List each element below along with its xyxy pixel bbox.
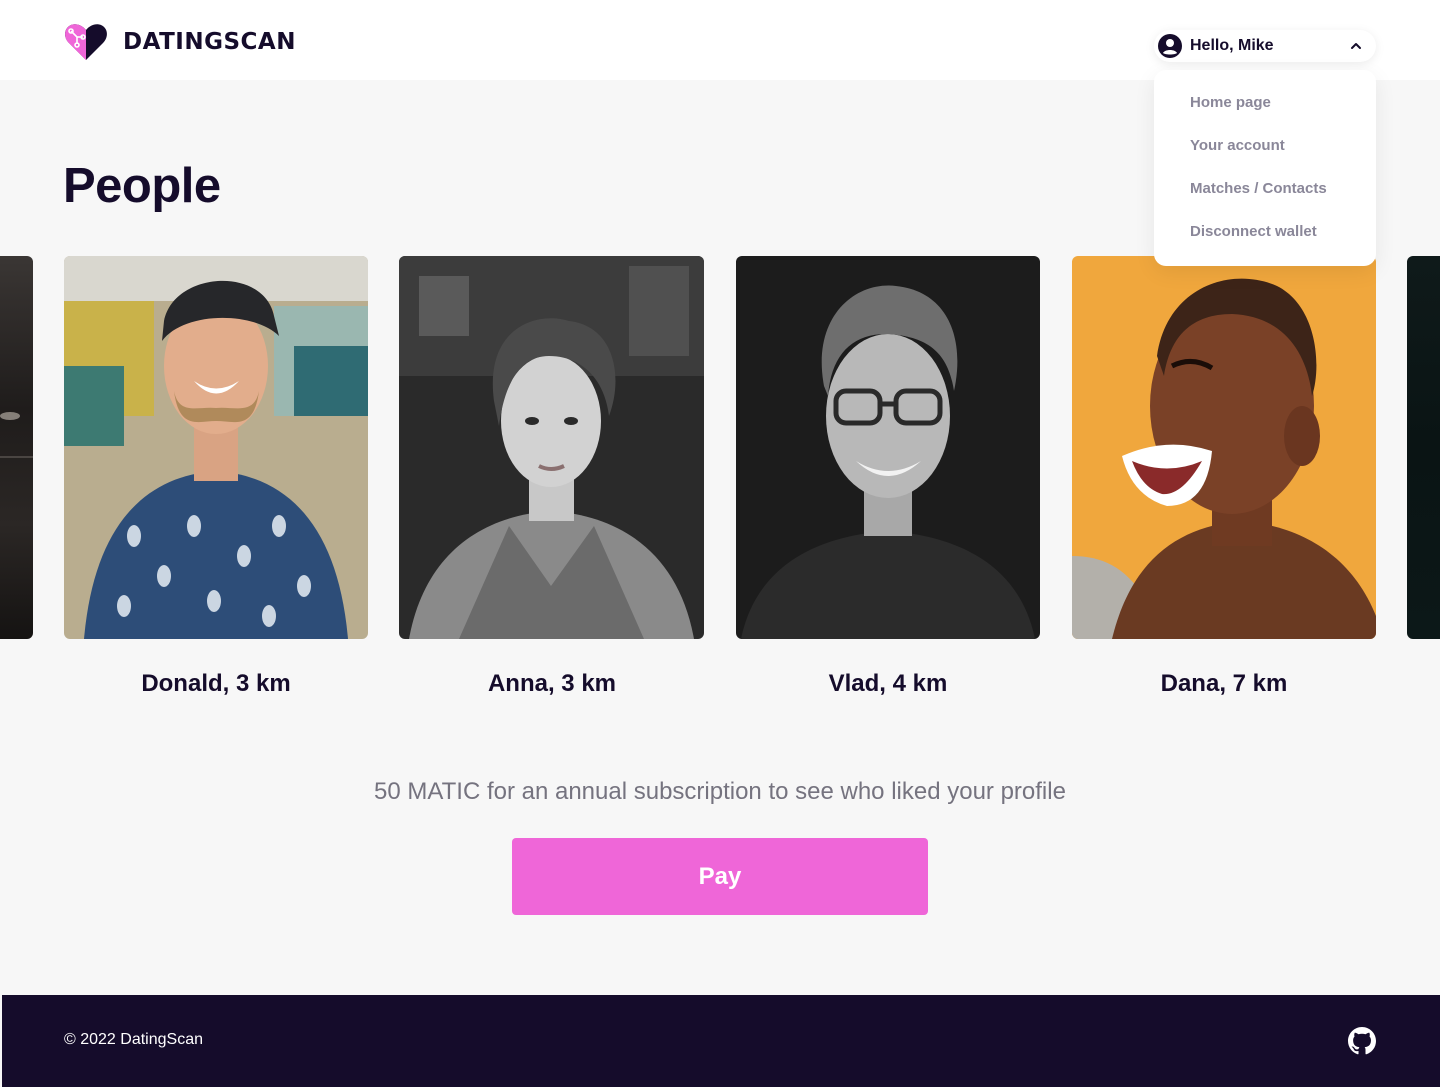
- user-circle-icon: [1158, 34, 1182, 58]
- profile-name-vlad: Vlad, 4 km: [828, 670, 948, 697]
- copyright-text: © 2022 DatingScan: [64, 1031, 203, 1048]
- user-menu-toggle[interactable]: Hello, Mike: [1154, 30, 1376, 62]
- profile-photo-vlad[interactable]: [736, 256, 1040, 639]
- user-dropdown-menu: Home page Your account Matches / Contact…: [1154, 70, 1376, 266]
- profile-name-anna: Anna, 3 km: [487, 670, 617, 697]
- menu-item-matches[interactable]: Matches / Contacts: [1190, 180, 1327, 197]
- menu-item-home[interactable]: Home page: [1190, 94, 1271, 111]
- page-title: People: [63, 159, 221, 213]
- profile-name-donald: Donald, 3 km: [141, 670, 291, 697]
- github-icon[interactable]: [1348, 1027, 1376, 1055]
- profile-photo-partial-left[interactable]: [0, 256, 33, 639]
- profile-photo-dana[interactable]: [1072, 256, 1376, 639]
- chevron-up-icon: [1351, 43, 1361, 49]
- profile-photo-anna[interactable]: [399, 256, 704, 639]
- pay-button[interactable]: Pay: [512, 838, 928, 915]
- page: DATINGSCAN Hello, Mike Home page Your ac…: [0, 0, 1440, 1087]
- brand-name: DATINGSCAN: [123, 29, 296, 55]
- menu-item-disconnect-wallet[interactable]: Disconnect wallet: [1190, 223, 1317, 240]
- heart-logo-icon: [65, 24, 107, 60]
- top-header: DATINGSCAN Hello, Mike: [0, 0, 1440, 80]
- user-greeting: Hello, Mike: [1190, 37, 1274, 54]
- site-footer: © 2022 DatingScan: [2, 995, 1440, 1087]
- menu-item-account[interactable]: Your account: [1190, 137, 1285, 154]
- brand-logo[interactable]: DATINGSCAN: [63, 22, 296, 62]
- profile-photo-donald[interactable]: [64, 256, 368, 639]
- subscription-text: 50 MATIC for an annual subscription to s…: [374, 778, 1066, 805]
- profile-photo-partial-right[interactable]: [1407, 256, 1440, 639]
- profile-name-dana: Dana, 7 km: [1160, 670, 1288, 697]
